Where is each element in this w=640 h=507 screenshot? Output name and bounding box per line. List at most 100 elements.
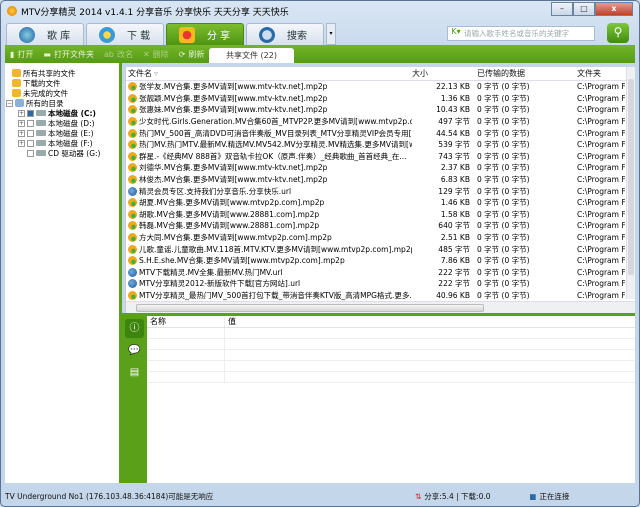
search-input[interactable]: 请输入歌手姓名或音乐的关键字: [464, 28, 569, 39]
file-row[interactable]: MTV下载精灵.MV全集.最新MV.热门MV.url 222 字节 0 字节 (0 …: [126, 267, 635, 279]
chat-icon: 💬: [128, 345, 141, 356]
magnifier-icon: [259, 26, 275, 43]
delete-button[interactable]: ✕ 删除: [143, 49, 169, 60]
drive-checkbox[interactable]: [27, 149, 34, 157]
cell-filename: MTV分享精灵2012-新版软件下载[官方网站].url: [126, 278, 412, 289]
column-size[interactable]: 大小: [412, 68, 474, 79]
drive-checkbox[interactable]: [27, 129, 34, 137]
cell-transferred: 0 字节 (0 字节): [477, 163, 530, 173]
maximize-button[interactable]: □: [573, 2, 595, 16]
cell-filename: 胡歌.MV合集.更多MV请到[www.28881.com].mp2p: [126, 209, 412, 220]
column-value[interactable]: 值: [225, 316, 236, 327]
tree-item-drive-g[interactable]: CD 驱动器 (G:): [27, 148, 119, 158]
cell-size: 1.58 KB: [440, 209, 470, 219]
file-row[interactable]: 热门MV_500首_高清DVD可消音伴奏版_MV目录列表_MTV分享精灵VIP会…: [126, 127, 635, 139]
mp2p-file-icon: [128, 128, 137, 138]
drive-checkbox[interactable]: [27, 119, 34, 127]
minimize-button[interactable]: –: [551, 2, 573, 16]
cell-transferred: 0 字节 (0 字节): [477, 93, 530, 103]
cell-transferred: 0 字节 (0 字节): [477, 256, 530, 266]
cell-transferred: 0 字节 (0 字节): [477, 151, 530, 161]
file-row[interactable]: 胡歌.MV合集.更多MV请到[www.28881.com].mp2p 1.58 K…: [126, 209, 635, 221]
file-row[interactable]: 儿歌.童谣.儿童歌曲.MV.118首.MTV.KTV.更多MV请到[www.mt…: [126, 243, 635, 255]
cd-drive-icon: [36, 150, 46, 156]
column-filename[interactable]: 文件名 ▿: [126, 68, 412, 79]
tab-library[interactable]: 歌 库: [6, 23, 84, 45]
file-row[interactable]: 韩磊.MV合集.更多MV请到[www.28881.com].mp2p 640 字节…: [126, 220, 635, 232]
tree-item-incomplete[interactable]: 未完成的文件: [12, 88, 119, 98]
expand-icon[interactable]: +: [18, 109, 25, 117]
delete-icon: ✕: [142, 49, 150, 59]
file-row[interactable]: 少女时代.Girls.Generation.MV合集60首_MTVP2P.更多M…: [126, 116, 635, 128]
tree-item-drive-f[interactable]: + 本地磁盘 (F:): [18, 138, 119, 148]
info-button[interactable]: ⓘ: [125, 319, 144, 338]
drive-checkbox[interactable]: [27, 139, 34, 147]
cell-size: 222 字节: [438, 279, 470, 289]
details-pane: ⓘ 💬 ▤ 名称值: [122, 316, 635, 483]
file-row[interactable]: 张学友.MV合集.更多MV请到[www.mtv-ktv.net].mp2p 22.…: [126, 81, 635, 93]
cell-filename: 儿歌.童谣.儿童歌曲.MV.118首.MTV.KTV.更多MV请到[www.mt…: [126, 244, 412, 255]
expand-icon[interactable]: +: [18, 129, 25, 137]
open-folder-button[interactable]: ▬ 打开文件夹: [43, 49, 94, 60]
file-row[interactable]: 方大同.MV合集.更多MV请到[www.mtvp2p.com].mp2p 2.51…: [126, 232, 635, 244]
file-row[interactable]: MTV分享精灵2012-新版软件下载[官方网站].url 222 字节 0 字节 (…: [126, 278, 635, 290]
file-row[interactable]: 精灵会员专区.支持我们分享音乐.分享快乐.url 129 字节 0 字节 (0 字节…: [126, 185, 635, 197]
refresh-button[interactable]: ⟳ 刷新: [179, 49, 205, 60]
header-label: 文件名: [128, 69, 152, 78]
tree-label: CD 驱动器 (G:): [48, 148, 101, 158]
horizontal-scrollbar[interactable]: [126, 301, 635, 313]
rename-label: 改名: [116, 49, 133, 59]
tab-share[interactable]: 分 享: [166, 23, 244, 45]
tab-search[interactable]: 搜索: [246, 23, 324, 45]
comments-button[interactable]: 💬: [125, 341, 144, 360]
search-type-icon[interactable]: K▾: [448, 27, 464, 40]
column-transferred[interactable]: 已传输的数据: [474, 68, 575, 79]
expand-icon[interactable]: +: [18, 139, 25, 147]
file-row[interactable]: MTV分享精灵_最热门MV_500首打包下载_带消音伴奏KTV版_高清MPG格式…: [126, 290, 635, 302]
vertical-scrollbar[interactable]: [626, 67, 635, 299]
filename: 少女时代.Girls.Generation.MV合集60首_MTVP2P.更多M…: [139, 117, 412, 127]
shared-files-tab[interactable]: 共享文件 (22): [209, 48, 294, 63]
scroll-thumb[interactable]: [628, 79, 634, 275]
rename-button[interactable]: ab 改名: [104, 49, 133, 60]
file-row[interactable]: 群星.-《经典MV 888首》双音轨卡拉OK（原声.伴奏）_经典歌曲_首首经典_…: [126, 151, 635, 163]
file-row[interactable]: S.H.E.she.MV合集.更多MV请到[www.mtvp2p.com].mp…: [126, 255, 635, 267]
tree-item-drive-e[interactable]: + 本地磁盘 (E:): [18, 128, 119, 138]
mp2p-file-icon: [128, 244, 137, 254]
collapse-icon[interactable]: −: [6, 99, 13, 107]
scroll-thumb[interactable]: [136, 304, 484, 312]
file-row[interactable]: 张靓颖.MV合集.更多MV请到[www.mtv-ktv.net].mp2p 1.3…: [126, 93, 635, 105]
log-button[interactable]: ▤: [125, 363, 144, 382]
tree-item-all-shared[interactable]: 所有共享的文件: [12, 68, 119, 78]
file-row[interactable]: 热门MV.热门MTV.最新MV.精选MV.MV542.MV分享精灵.MV精选集.…: [126, 139, 635, 151]
filename: 刘德华.MV合集.更多MV请到[www.mtv-ktv.net].mp2p: [139, 163, 328, 173]
expand-icon[interactable]: +: [18, 119, 25, 127]
tree-item-downloaded[interactable]: 下载的文件: [12, 78, 119, 88]
file-row[interactable]: 胡夏.MV合集.更多MV请到[www.mtvp2p.com].mp2p 1.46 …: [126, 197, 635, 209]
cell-transferred: 0 字节 (0 字节): [477, 140, 530, 150]
globe-icon: [19, 26, 35, 43]
tree-item-drive-d[interactable]: + 本地磁盘 (D:): [18, 118, 119, 128]
cell-folder: C:\Program Files: [577, 267, 625, 277]
file-row[interactable]: 张惠妹.MV合集.更多MV请到[www.mtv-ktv.net].mp2p 10.…: [126, 104, 635, 116]
file-row[interactable]: 刘德华.MV合集.更多MV请到[www.mtv-ktv.net].mp2p 2.3…: [126, 162, 635, 174]
app-icon: [7, 6, 17, 16]
file-row[interactable]: 林俊杰.MV合集.更多MV请到[www.mtv-ktv.net].mp2p 6.8…: [126, 174, 635, 186]
search-button[interactable]: ⚲: [607, 23, 629, 43]
close-button[interactable]: x: [595, 2, 633, 16]
tabs-more-button[interactable]: ▾: [326, 23, 336, 45]
status-bar: TV Underground No1 (176.103.48.36:4184)可…: [5, 489, 635, 503]
mp2p-file-icon: [128, 198, 137, 208]
tab-download[interactable]: 下 载: [86, 23, 164, 45]
drive-icon: [36, 140, 46, 146]
cell-transferred: 0 字节 (0 字节): [477, 290, 530, 300]
column-folder[interactable]: 文件夹: [575, 68, 625, 79]
column-name[interactable]: 名称: [147, 316, 225, 327]
drive-checkbox[interactable]: [27, 109, 34, 117]
computer-icon: [15, 99, 24, 107]
search-box[interactable]: K▾ 请输入歌手姓名或音乐的关键字: [447, 26, 595, 41]
delete-label: 删除: [152, 49, 169, 59]
open-button[interactable]: ▮ 打开: [10, 49, 33, 60]
tree-item-all-dirs[interactable]: − 所有的目录: [6, 98, 119, 108]
tree-item-drive-c[interactable]: + 本地磁盘 (C:): [18, 108, 119, 118]
